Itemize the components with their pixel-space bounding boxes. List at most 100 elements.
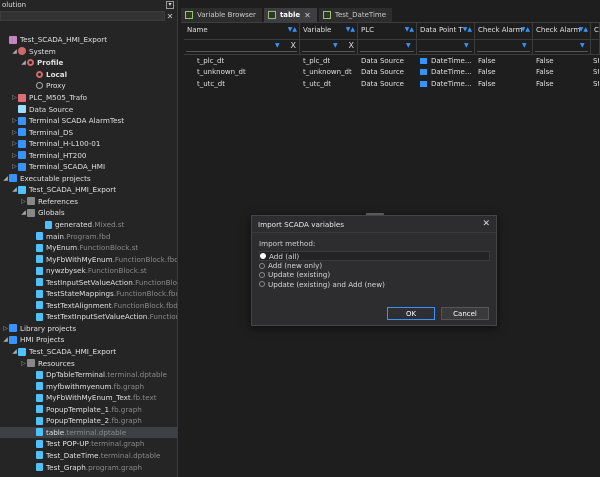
tree-terminal-hl100[interactable]: ▷ Terminal_H-L100-01 <box>0 138 177 150</box>
table-cell[interactable]: t_unknown_dt <box>300 68 358 76</box>
filter-icon[interactable]: ▼ <box>522 42 530 52</box>
column-header[interactable]: PLC ▼▲ <box>358 23 417 39</box>
tree-testtextinputsetvalueaction[interactable]: TestTextInputSetValueAction.FunctionBlo <box>0 311 177 323</box>
filter-icon[interactable]: ▼ <box>464 42 472 52</box>
table-cell[interactable]: DateTime... <box>417 57 475 65</box>
table-cell[interactable]: False <box>475 80 533 88</box>
tree-dptableterminal[interactable]: DpTableTerminal .terminal.dptable <box>0 369 177 381</box>
tree-teststatemappings[interactable]: TestStateMappings .FunctionBlock.fbd <box>0 288 177 300</box>
tree-executable-projects[interactable]: ◢ Executable projects <box>0 173 177 185</box>
column-header[interactable]: Variable ▼▲ <box>300 23 358 39</box>
tree-plc[interactable]: ▷ PLC_M505_Trafo <box>0 92 177 104</box>
cancel-button[interactable]: Cancel <box>441 307 489 320</box>
table-cell[interactable]: St <box>591 68 600 76</box>
table-cell[interactable]: False <box>533 57 591 65</box>
tree-myfbwithmyenum-graph[interactable]: myfbwithmyenum .fb.graph <box>0 380 177 392</box>
tree-nywzbysek[interactable]: nywzbysek .FunctionBlock.st <box>0 265 177 277</box>
radio-button[interactable] <box>259 271 265 278</box>
tree-globals[interactable]: ◢ Globals <box>0 207 177 219</box>
tab-test-datetime[interactable]: Test_DateTime <box>318 8 393 22</box>
sort-icon[interactable]: ▼▲ <box>288 26 297 33</box>
tree-system[interactable]: ◢ System <box>0 46 177 58</box>
clear-filter-icon[interactable]: X <box>349 41 354 50</box>
collapsed-arrow-icon[interactable]: ▷ <box>11 128 18 137</box>
filter-icon[interactable]: ▼ <box>275 42 283 52</box>
column-filter[interactable]: ▼ <box>533 40 591 54</box>
clear-search-icon[interactable]: ✕ <box>165 12 175 21</box>
column-filter[interactable]: ▼ <box>358 40 417 54</box>
import-option[interactable]: Add (all) <box>259 251 490 261</box>
tree-exec-project[interactable]: ◢ Test_SCADA_HMI_Export <box>0 184 177 196</box>
tree-popuptemplate1[interactable]: PopupTemplate_1 .fb.graph <box>0 404 177 416</box>
table-cell[interactable]: DateTime... <box>417 68 475 76</box>
tree-hmi-projects[interactable]: ◢ HMI Projects <box>0 334 177 346</box>
expanded-arrow-icon[interactable]: ◢ <box>2 174 9 183</box>
table-cell[interactable]: DateTime... <box>417 80 475 88</box>
radio-button[interactable] <box>260 253 266 259</box>
table-cell[interactable]: False <box>475 57 533 65</box>
tree-resources[interactable]: ▷ Resources <box>0 357 177 369</box>
expanded-arrow-icon[interactable]: ◢ <box>20 58 27 67</box>
column-filter[interactable]: ▼ X <box>300 40 358 54</box>
tree-data-source[interactable]: Data Source <box>0 103 177 115</box>
tree-myfbwithmyenum[interactable]: MyFbWithMyEnum .FunctionBlock.fbd <box>0 253 177 265</box>
solution-search-input[interactable] <box>0 11 165 21</box>
column-filter[interactable]: ▼ <box>417 40 475 54</box>
table-row[interactable]: t_utc_dt t_utc_dt Data Source DateTime... Fa… <box>184 78 600 90</box>
tree-table[interactable]: table .terminal.dptable <box>0 426 177 439</box>
tree-test-datetime[interactable]: Test_DateTime .terminal.dptable <box>0 450 177 462</box>
import-option[interactable]: Update (existing) <box>259 270 490 279</box>
table-cell[interactable]: t_utc_dt <box>184 80 300 88</box>
column-header[interactable]: Name ▼▲ <box>184 23 300 39</box>
table-cell[interactable]: t_plc_dt <box>184 57 300 65</box>
collapsed-arrow-icon[interactable]: ▷ <box>20 197 27 206</box>
tab-table[interactable]: table ✕ <box>263 8 317 22</box>
sort-icon[interactable]: ▼▲ <box>463 26 472 33</box>
tree-testtextalignment[interactable]: TestTextAlignment .FunctionBlock.fbd <box>0 300 177 312</box>
tree-myenum[interactable]: MyEnum .FunctionBlock.st <box>0 242 177 254</box>
column-header[interactable]: C <box>591 23 600 39</box>
tree-terminal-ht200[interactable]: ▷ Terminal_HT200 <box>0 149 177 161</box>
table-cell[interactable]: St <box>591 57 600 65</box>
column-filter[interactable]: ▼ <box>475 40 533 54</box>
table-cell[interactable]: t_plc_dt <box>300 57 358 65</box>
sort-icon[interactable]: ▼▲ <box>405 26 414 33</box>
tree-terminal-alarmtest[interactable]: ▷ Terminal SCADA AlarmTest <box>0 115 177 127</box>
tree-proxy[interactable]: Proxy <box>0 80 177 92</box>
tree-references[interactable]: ▷ References <box>0 196 177 208</box>
column-header[interactable]: Data Point T ▼▲ <box>417 23 475 39</box>
column-filter[interactable] <box>591 40 600 54</box>
filter-icon[interactable]: ▼ <box>333 42 341 52</box>
radio-button[interactable] <box>259 281 265 288</box>
collapsed-arrow-icon[interactable]: ▷ <box>20 359 27 368</box>
filter-input[interactable] <box>302 42 355 52</box>
table-cell[interactable]: Data Source <box>358 80 417 88</box>
table-cell[interactable]: t_unknown_dt <box>184 68 300 76</box>
column-header[interactable]: Check Alarm ▼▲ <box>533 23 591 39</box>
tree-test-popup[interactable]: Test POP-UP .terminal.graph <box>0 438 177 450</box>
tree-main[interactable]: main .Program.fbd <box>0 230 177 242</box>
tree-hmi-project[interactable]: ◢ Test_SCADA_HMI_Export <box>0 346 177 358</box>
tree-local[interactable]: Local <box>0 69 177 81</box>
close-tab-icon[interactable]: ✕ <box>304 11 311 20</box>
expanded-arrow-icon[interactable]: ◢ <box>20 208 27 217</box>
collapsed-arrow-icon[interactable]: ▷ <box>11 93 18 102</box>
tree-terminal-ds[interactable]: ▷ Terminal_DS <box>0 126 177 138</box>
ok-button[interactable]: OK <box>387 307 435 320</box>
collapsed-arrow-icon[interactable]: ▷ <box>11 116 18 125</box>
collapsed-arrow-icon[interactable]: ▷ <box>11 151 18 160</box>
column-filter[interactable]: ▼ X <box>184 40 300 54</box>
filter-icon[interactable]: ▼ <box>406 42 414 52</box>
expanded-arrow-icon[interactable]: ◢ <box>11 185 18 194</box>
table-row[interactable]: t_unknown_dt t_unknown_dt Data Source DateT… <box>184 67 600 79</box>
tree-test-graph[interactable]: Test_Graph .program.graph <box>0 461 177 473</box>
solution-root[interactable]: Test_SCADA_HMI_Export <box>0 34 177 46</box>
table-cell[interactable]: Data Source <box>358 68 417 76</box>
table-cell[interactable]: False <box>475 68 533 76</box>
import-option[interactable]: Add (new only) <box>259 261 490 270</box>
expanded-arrow-icon[interactable]: ◢ <box>11 347 18 356</box>
sort-icon[interactable]: ▼▲ <box>579 26 588 33</box>
clear-filter-icon[interactable]: X <box>291 41 296 50</box>
import-option[interactable]: Update (existing) and Add (new) <box>259 280 490 289</box>
table-row[interactable]: t_plc_dt t_plc_dt Data Source DateTime... Fa… <box>184 55 600 67</box>
